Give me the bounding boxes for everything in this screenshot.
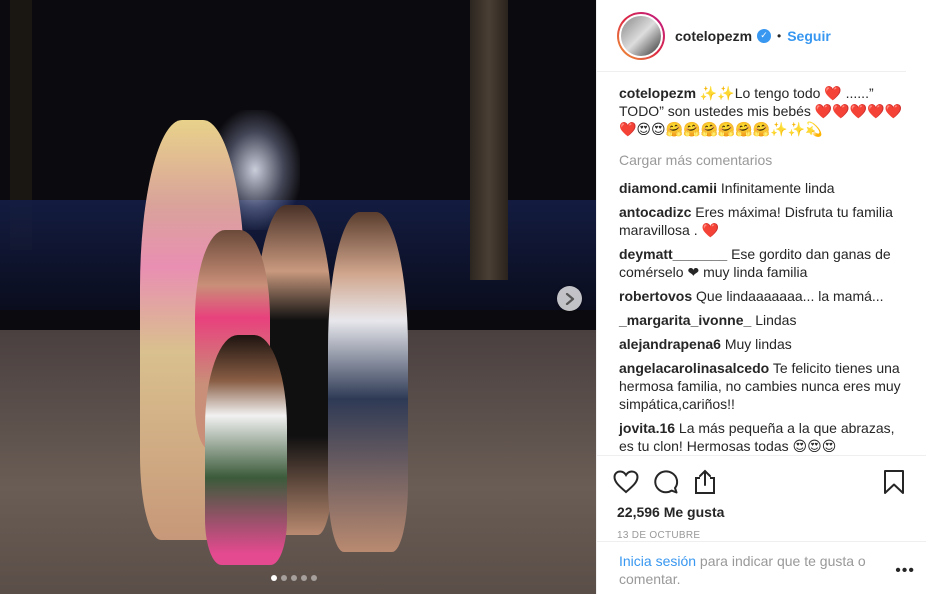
post-photo[interactable] — [0, 0, 596, 594]
comment-text: Que lindaaaaaaa... la mamá... — [696, 288, 884, 304]
post-date: 13 DE OCTUBRE — [617, 530, 701, 541]
comment-username[interactable]: angelacarolinasalcedo — [619, 360, 769, 376]
comment-username[interactable]: robertovos — [619, 288, 692, 304]
comment-item: robertovos Que lindaaaaaaa... la mamá... — [619, 287, 906, 305]
comment-item: diamond.camii Infinitamente linda — [619, 179, 906, 197]
comment-username[interactable]: antocadizc — [619, 204, 691, 220]
comment-item: deymatt_______ Ese gordito dan ganas de … — [619, 245, 906, 281]
post-caption: cotelopezm ✨✨Lo tengo todo ❤️ ......” TO… — [619, 84, 906, 138]
post-header: cotelopezm ✓ • Seguir — [597, 0, 906, 72]
carousel-dot — [311, 575, 317, 581]
comment-username[interactable]: jovita.16 — [619, 420, 675, 436]
instagram-post: cotelopezm ✓ • Seguir cotelopezm ✨✨Lo te… — [0, 0, 926, 594]
heart-icon — [613, 470, 639, 494]
comments-list[interactable]: cotelopezm ✨✨Lo tengo todo ❤️ ......” TO… — [597, 72, 926, 452]
share-button[interactable] — [693, 462, 733, 502]
comment-bubble-icon — [654, 470, 679, 494]
comment-text: Infinitamente linda — [720, 180, 835, 196]
caption-username[interactable]: cotelopezm — [619, 85, 696, 101]
comment-login-prompt: Inicia sesión para indicar que te gusta … — [597, 541, 926, 588]
comment-item: alejandrapena6 Muy lindas — [619, 335, 906, 353]
comment-item: _margarita_ivonne_ Lindas — [619, 311, 906, 329]
avatar-image — [619, 13, 663, 58]
carousel-dot — [281, 575, 287, 581]
save-button[interactable] — [883, 462, 907, 502]
carousel-indicator — [271, 575, 317, 581]
share-icon — [695, 469, 715, 494]
login-link[interactable]: Inicia sesión — [619, 553, 696, 569]
header-username[interactable]: cotelopezm — [675, 28, 752, 44]
comment-item: antocadizc Eres máxima! Disfruta tu fami… — [619, 203, 906, 239]
comment-item: angelacarolinasalcedo Te felicito tienes… — [619, 359, 906, 413]
chevron-right-icon — [565, 292, 574, 305]
carousel-dot — [271, 575, 277, 581]
bookmark-icon — [884, 470, 904, 494]
load-more-comments-button[interactable]: Cargar más comentarios — [619, 152, 906, 168]
comment-username[interactable]: diamond.camii — [619, 180, 717, 196]
post-actions: 22,596 Me gusta 13 DE OCTUBRE — [597, 455, 926, 541]
avatar[interactable] — [617, 11, 665, 60]
comment-item: jovita.16 La más pequeña a la que abraza… — [619, 419, 906, 452]
verified-badge-icon: ✓ — [757, 28, 772, 43]
carousel-dot — [301, 575, 307, 581]
photo-palm-trunk — [470, 0, 508, 280]
comment-button[interactable] — [653, 462, 693, 502]
likes-count[interactable]: 22,596 Me gusta — [617, 504, 907, 520]
post-sidebar: cotelopezm ✓ • Seguir cotelopezm ✨✨Lo te… — [596, 0, 926, 594]
comment-username[interactable]: deymatt_______ — [619, 246, 727, 262]
carousel-next-button[interactable] — [557, 286, 582, 311]
header-separator: • — [777, 28, 782, 43]
comment-text: Muy lindas — [724, 336, 792, 352]
comment-username[interactable]: alejandrapena6 — [619, 336, 721, 352]
carousel-dot — [291, 575, 297, 581]
login-prompt-text: Inicia sesión para indicar que te gusta … — [619, 552, 889, 588]
like-button[interactable] — [613, 462, 653, 502]
more-options-button[interactable]: ••• — [895, 562, 915, 580]
photo-person — [205, 335, 287, 565]
photo-person — [328, 212, 408, 552]
follow-button[interactable]: Seguir — [787, 28, 831, 44]
comment-text: Lindas — [755, 312, 797, 328]
comment-username[interactable]: _margarita_ivonne_ — [619, 312, 751, 328]
action-bar — [613, 462, 907, 502]
